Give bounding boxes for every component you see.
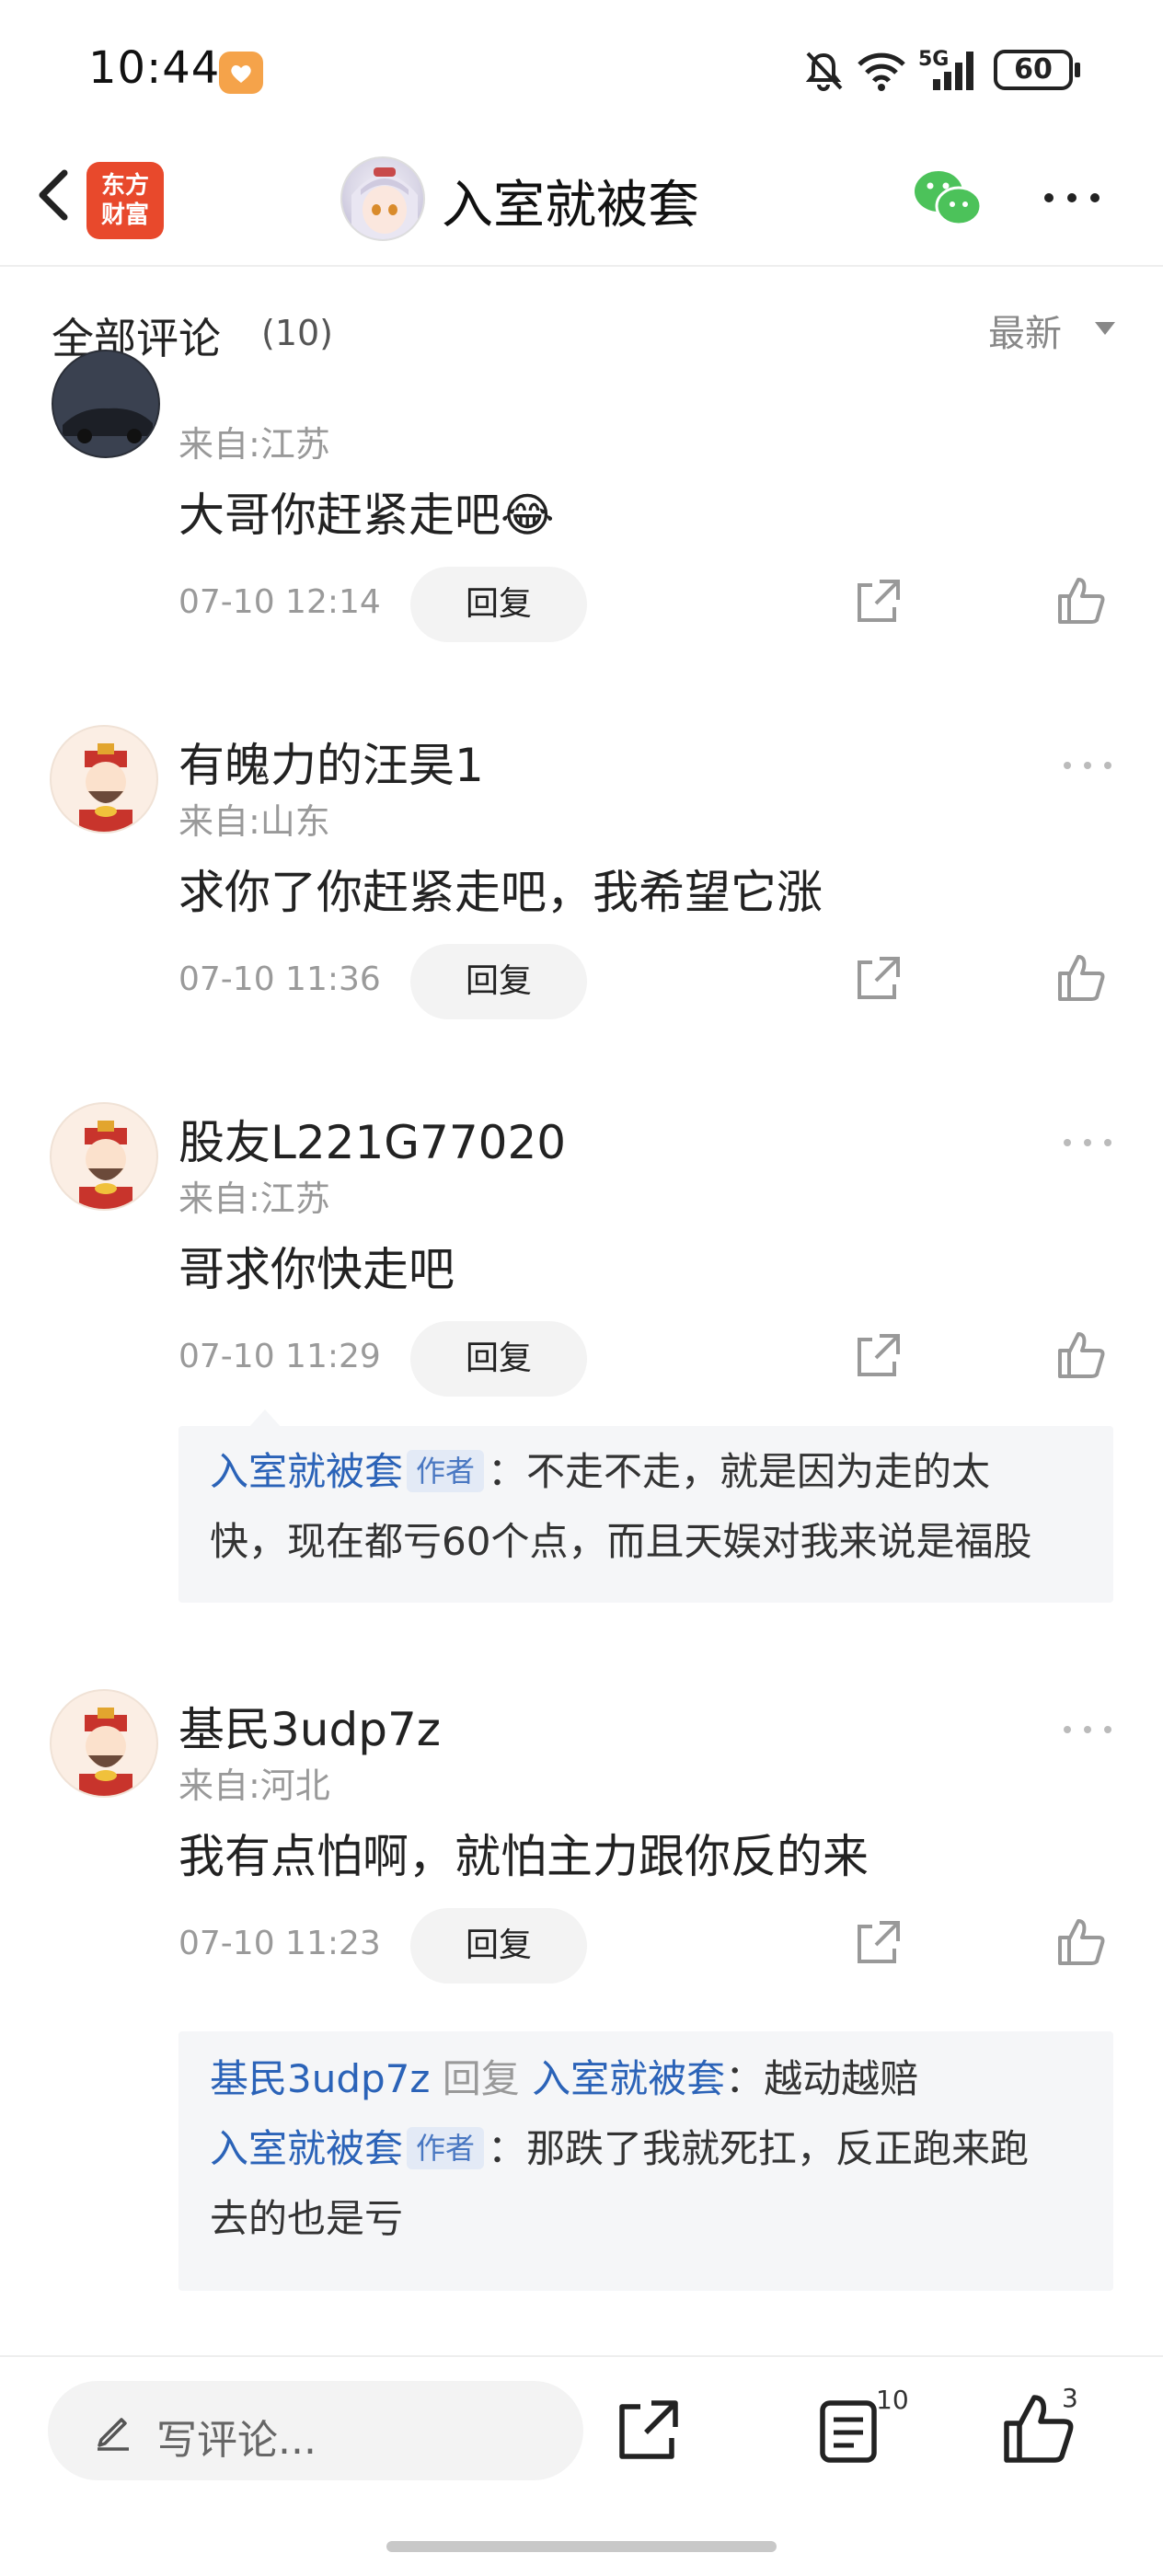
reply-verb: 回复 (442, 2056, 520, 2101)
home-indicator[interactable] (386, 2541, 777, 2552)
user-avatar[interactable] (52, 350, 160, 458)
comment-location: 来自:山东 (178, 801, 330, 842)
battery-icon: 60 (994, 50, 1073, 90)
thumbs-up-icon[interactable] (1054, 951, 1108, 1005)
sort-dropdown[interactable]: 最新 (988, 304, 1062, 357)
status-time: 10:44 (88, 42, 221, 94)
comment-placeholder: 写评论... (156, 2417, 317, 2464)
comment-more-icon[interactable] (1060, 1720, 1115, 1739)
reply-pointer (248, 1409, 282, 1428)
signal-icon (933, 52, 973, 90)
pencil-icon (98, 2418, 129, 2451)
thumbs-up-icon[interactable] (1054, 1328, 1108, 1382)
reply-box: 基民3udp7z 回复 入室就被套：越动越赔 入室就被套 作者 ：那跌了我就死扛，反… (178, 2031, 1113, 2291)
user-avatar[interactable] (50, 1689, 158, 1798)
comment-more-icon[interactable] (1060, 756, 1115, 775)
comment-location: 来自:江苏 (178, 424, 330, 465)
share-icon[interactable] (852, 576, 904, 627)
comment-count: (10) (261, 313, 334, 353)
back-arrow-icon[interactable] (22, 158, 96, 232)
comments-count-badge: 10 (876, 2385, 909, 2415)
comment-location: 来自:江苏 (178, 1179, 330, 1219)
reply-button[interactable]: 回复 (410, 944, 587, 1019)
user-avatar[interactable] (50, 1102, 158, 1211)
comment-username[interactable]: 股友L221G77020 (178, 1106, 566, 1172)
comment-location: 来自:河北 (178, 1765, 330, 1806)
reply-from-user[interactable]: 基民3udp7z (210, 2056, 430, 2101)
reply-button[interactable]: 回复 (410, 1321, 587, 1397)
share-icon[interactable] (852, 1330, 904, 1382)
comment-text: 大哥你赶紧走吧😂 (178, 489, 555, 542)
user-avatar[interactable] (50, 725, 158, 834)
reply-item: 基民3udp7z 回复 入室就被套：越动越赔 (210, 2044, 1082, 2114)
reply-text-continued: 快，现在都亏60个点，而且天娱对我来说是福股 (210, 1519, 1032, 1564)
comment-text: 我有点怕啊，就怕主力跟你反的来 (178, 1830, 869, 1883)
reply-text: ：那跌了我就死扛，反正跑来跑 (488, 2126, 1030, 2171)
share-icon[interactable] (611, 2394, 685, 2467)
reply-to-user[interactable]: 入室就被套 (532, 2056, 725, 2101)
reply-item: 入室就被套 作者 ：不走不走，就是因为走的太 (210, 1437, 1082, 1507)
wechat-icon[interactable] (911, 166, 985, 230)
comment-username[interactable]: 基民3udp7z (178, 1693, 441, 1759)
write-comment-input[interactable]: 写评论... (48, 2381, 583, 2480)
comment-time: 07-10 12:14 (178, 583, 381, 621)
reply-author[interactable]: 入室就被套 (210, 1449, 403, 1494)
app-notification-icon (219, 52, 263, 94)
comment-item: 股友L221G77020 来自:江苏 哥求你快走吧 07-10 11:29 回复… (0, 1095, 1163, 1647)
battery-tip (1075, 63, 1080, 77)
comment-text: 哥求你快走吧 (178, 1243, 455, 1296)
mute-bell-icon (805, 52, 843, 91)
like-count-badge: 3 (1062, 2383, 1078, 2413)
comment-more-icon[interactable] (1060, 1133, 1115, 1152)
comment-time: 07-10 11:29 (178, 1338, 381, 1375)
app-logo-line1: 东方 (100, 172, 149, 200)
comment-item: 有魄力的汪昊1 来自:山东 求你了你赶紧走吧，我希望它涨 07-10 11:36… (0, 718, 1163, 1030)
reply-button[interactable]: 回复 (410, 1908, 587, 1984)
caret-down-icon[interactable] (1091, 315, 1119, 342)
author-tag: 作者 (407, 1449, 485, 1492)
comment-time: 07-10 11:23 (178, 1925, 381, 1962)
author-name: 入室就被套 (442, 176, 699, 236)
reply-text: ：不走不走，就是因为走的太 (488, 1449, 991, 1494)
author-tag: 作者 (407, 2126, 485, 2169)
thumbs-up-icon[interactable] (1054, 574, 1108, 627)
status-bar: 10:44 5G 60 (0, 0, 1163, 138)
wifi-icon (858, 52, 905, 91)
share-icon[interactable] (852, 1917, 904, 1969)
author-avatar[interactable] (340, 156, 425, 241)
reply-button[interactable]: 回复 (410, 567, 587, 642)
comments-section-header: 全部评论 (10) 最新 (0, 267, 1163, 386)
reply-author[interactable]: 入室就被套 (210, 2126, 403, 2171)
comment-item: 来自:江苏 大哥你赶紧走吧😂 07-10 12:14 回复 (0, 350, 1163, 690)
app-logo[interactable]: 东方 财富 (86, 162, 164, 239)
reply-text-continued: 去的也是亏 (210, 2196, 404, 2241)
reply-box: 入室就被套 作者 ：不走不走，就是因为走的太 快，现在都亏60个点，而且天娱对我来说… (178, 1426, 1113, 1603)
comment-username[interactable]: 有魄力的汪昊1 (178, 729, 484, 795)
comments-list-icon[interactable] (812, 2394, 885, 2467)
share-icon[interactable] (852, 953, 904, 1005)
comment-item: 基民3udp7z 来自:河北 我有点怕啊，就怕主力跟你反的来 07-10 11:… (0, 1682, 1163, 2326)
app-logo-line2: 财富 (100, 201, 149, 229)
comment-text: 求你了你赶紧走吧，我希望它涨 (178, 866, 823, 919)
reply-item: 入室就被套 作者 ：那跌了我就死扛，反正跑来跑 (210, 2114, 1082, 2184)
more-options-icon[interactable] (1040, 175, 1104, 221)
reply-text: ：越动越赔 (725, 2056, 919, 2101)
comment-time: 07-10 11:36 (178, 960, 381, 998)
bottom-bar: 写评论... 10 3 (0, 2355, 1163, 2576)
thumbs-up-icon[interactable] (1054, 1915, 1108, 1969)
header: 东方 财富 入室就被套 (0, 138, 1163, 267)
